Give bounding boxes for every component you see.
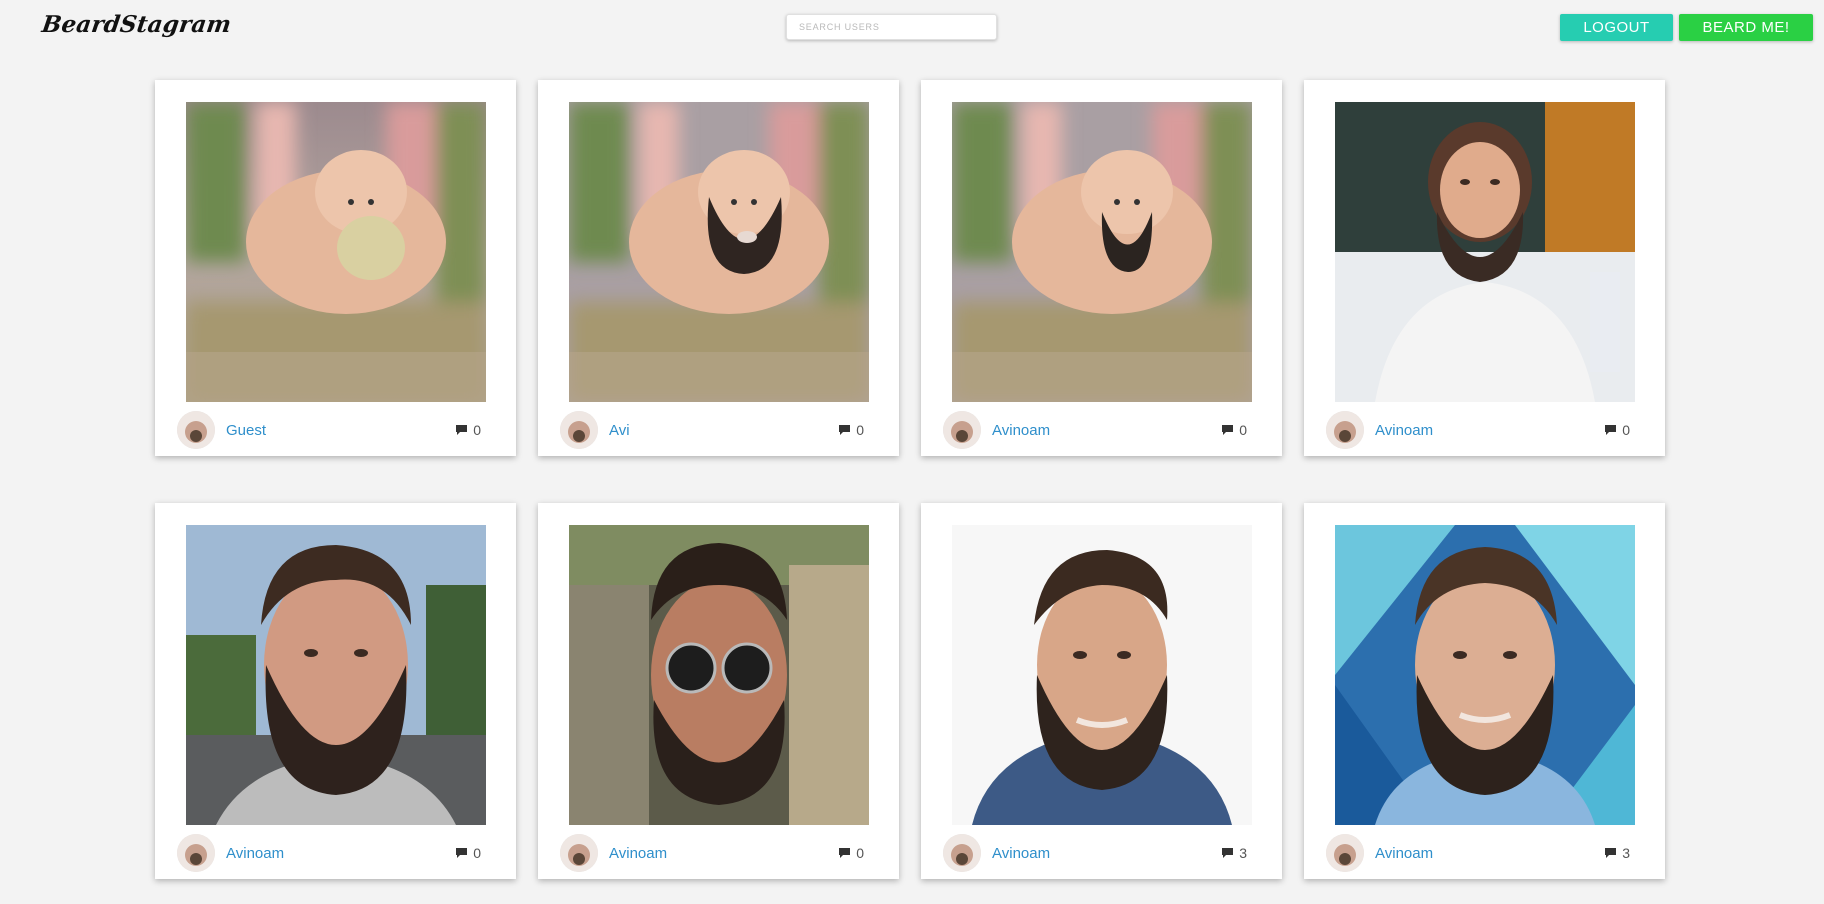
username-link[interactable]: Avinoam <box>992 845 1050 862</box>
speech-bubble-icon <box>1605 425 1617 435</box>
user-avatar[interactable] <box>177 411 215 449</box>
post-footer: Avinoam 0 <box>177 833 481 873</box>
post-footer: Avi 0 <box>560 410 864 450</box>
post-image <box>1335 102 1635 402</box>
comments-button[interactable]: 0 <box>838 845 864 861</box>
post-footer: Avinoam 0 <box>560 833 864 873</box>
user-avatar[interactable] <box>1326 411 1364 449</box>
comments-button[interactable]: 0 <box>1604 422 1630 438</box>
post-image <box>952 525 1252 825</box>
post-card: Avinoam 0 <box>921 80 1282 456</box>
username-link[interactable]: Avinoam <box>609 845 667 862</box>
post-photo[interactable] <box>186 525 486 825</box>
comments-button[interactable]: 3 <box>1221 845 1247 861</box>
comments-button[interactable]: 0 <box>455 422 481 438</box>
comment-count: 0 <box>856 422 864 438</box>
speech-bubble-icon <box>839 848 851 858</box>
post-card: Avinoam 0 <box>1304 80 1665 456</box>
post-image <box>952 102 1252 402</box>
user-avatar[interactable] <box>1326 834 1364 872</box>
post-card: Guest 0 <box>155 80 516 456</box>
post-image <box>569 102 869 402</box>
post-footer: Avinoam 0 <box>1326 410 1630 450</box>
post-card: Avinoam 3 <box>1304 503 1665 879</box>
username-link[interactable]: Avinoam <box>226 845 284 862</box>
post-card: Avi 0 <box>538 80 899 456</box>
comments-button[interactable]: 0 <box>838 422 864 438</box>
comment-count: 0 <box>1239 422 1247 438</box>
speech-bubble-icon <box>1222 425 1234 435</box>
speech-bubble-icon <box>839 425 851 435</box>
post-card: Avinoam 0 <box>538 503 899 879</box>
speech-bubble-icon <box>1605 848 1617 858</box>
comments-button[interactable]: 0 <box>1221 422 1247 438</box>
username-link[interactable]: Avinoam <box>1375 422 1433 439</box>
comment-count: 0 <box>1622 422 1630 438</box>
app-page: BeardStagram LOGOUT BEARD ME! <box>0 0 1824 904</box>
post-photo[interactable] <box>186 102 486 402</box>
post-photo[interactable] <box>569 525 869 825</box>
post-footer: Avinoam 3 <box>943 833 1247 873</box>
post-footer: Avinoam 0 <box>943 410 1247 450</box>
comment-count: 3 <box>1622 845 1630 861</box>
post-image <box>569 525 869 825</box>
user-avatar[interactable] <box>177 834 215 872</box>
speech-bubble-icon <box>456 848 468 858</box>
post-footer: Avinoam 3 <box>1326 833 1630 873</box>
post-card: Avinoam 3 <box>921 503 1282 879</box>
post-photo[interactable] <box>1335 525 1635 825</box>
post-photo[interactable] <box>569 102 869 402</box>
comment-count: 0 <box>473 422 481 438</box>
speech-bubble-icon <box>1222 848 1234 858</box>
user-avatar[interactable] <box>560 834 598 872</box>
logout-button[interactable]: LOGOUT <box>1560 14 1673 41</box>
username-link[interactable]: Avinoam <box>1375 845 1433 862</box>
post-grid: Guest 0 Avi 0 Avinoam 0 Avinoam 0 Avinoa… <box>155 80 1665 879</box>
post-photo[interactable] <box>952 102 1252 402</box>
username-link[interactable]: Avi <box>609 422 630 439</box>
comment-count: 0 <box>856 845 864 861</box>
user-avatar[interactable] <box>943 411 981 449</box>
beard-me-button[interactable]: BEARD ME! <box>1679 14 1813 41</box>
search-users-input[interactable] <box>786 14 997 40</box>
post-image <box>186 102 486 402</box>
post-card: Avinoam 0 <box>155 503 516 879</box>
comment-count: 3 <box>1239 845 1247 861</box>
comment-count: 0 <box>473 845 481 861</box>
username-link[interactable]: Avinoam <box>992 422 1050 439</box>
user-avatar[interactable] <box>560 411 598 449</box>
post-footer: Guest 0 <box>177 410 481 450</box>
post-image <box>186 525 486 825</box>
app-logo[interactable]: BeardStagram <box>40 11 233 38</box>
user-avatar[interactable] <box>943 834 981 872</box>
comments-button[interactable]: 3 <box>1604 845 1630 861</box>
post-photo[interactable] <box>1335 102 1635 402</box>
username-link[interactable]: Guest <box>226 422 266 439</box>
speech-bubble-icon <box>456 425 468 435</box>
post-image <box>1335 525 1635 825</box>
post-photo[interactable] <box>952 525 1252 825</box>
comments-button[interactable]: 0 <box>455 845 481 861</box>
